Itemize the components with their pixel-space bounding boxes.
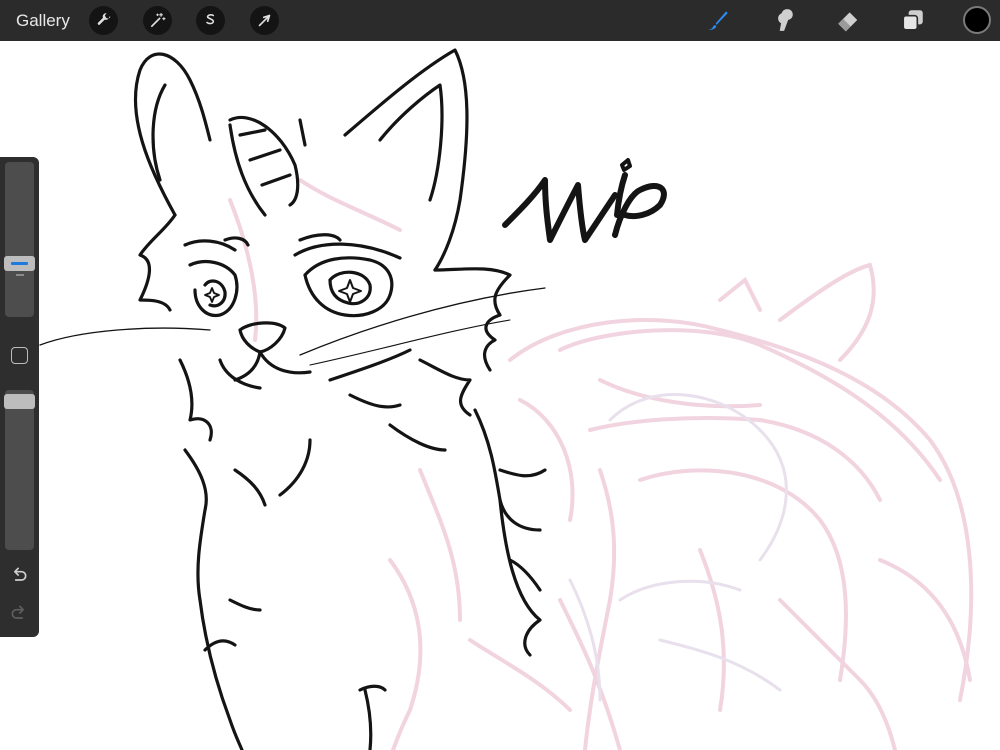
brush-size-slider[interactable] — [4, 162, 35, 317]
pink-sketch-layer — [228, 178, 974, 750]
wrench-icon — [97, 13, 111, 25]
transform-button[interactable] — [250, 6, 279, 35]
wip-lettering-drawing — [502, 158, 667, 243]
layers-button[interactable] — [898, 5, 928, 35]
eraser-icon — [838, 12, 858, 32]
adjustments-button[interactable] — [143, 6, 172, 35]
smudge-tool-button[interactable] — [768, 5, 798, 35]
magic-wand-icon — [150, 12, 166, 28]
brush-tool-button[interactable] — [703, 5, 733, 35]
ink-line-layer — [39, 48, 547, 750]
procreate-app: Gallery — [0, 0, 1000, 750]
brush-size-thumb[interactable] — [4, 256, 35, 271]
lavender-sketch-layer — [568, 393, 788, 702]
smudge-icon — [778, 9, 793, 31]
eraser-tool-button[interactable] — [833, 5, 863, 35]
gallery-button[interactable]: Gallery — [16, 10, 70, 31]
drawing-canvas[interactable] — [0, 41, 1000, 750]
redo-icon[interactable] — [9, 603, 29, 623]
brush-opacity-thumb[interactable] — [4, 394, 35, 409]
brush-opacity-slider[interactable] — [4, 390, 35, 550]
undo-icon[interactable] — [9, 565, 29, 585]
actions-button[interactable] — [89, 6, 118, 35]
square-modify-icon[interactable] — [11, 347, 28, 364]
selection-s-icon — [206, 14, 215, 25]
top-toolbar: Gallery — [0, 0, 1000, 41]
arrow-cursor-icon — [258, 14, 271, 27]
selection-button[interactable] — [196, 6, 225, 35]
left-sidebar — [0, 157, 39, 637]
brush-size-tick — [16, 274, 24, 276]
artwork — [39, 48, 974, 750]
layers-icon — [902, 10, 923, 31]
color-picker-button[interactable] — [963, 6, 991, 34]
brush-icon — [708, 11, 728, 30]
